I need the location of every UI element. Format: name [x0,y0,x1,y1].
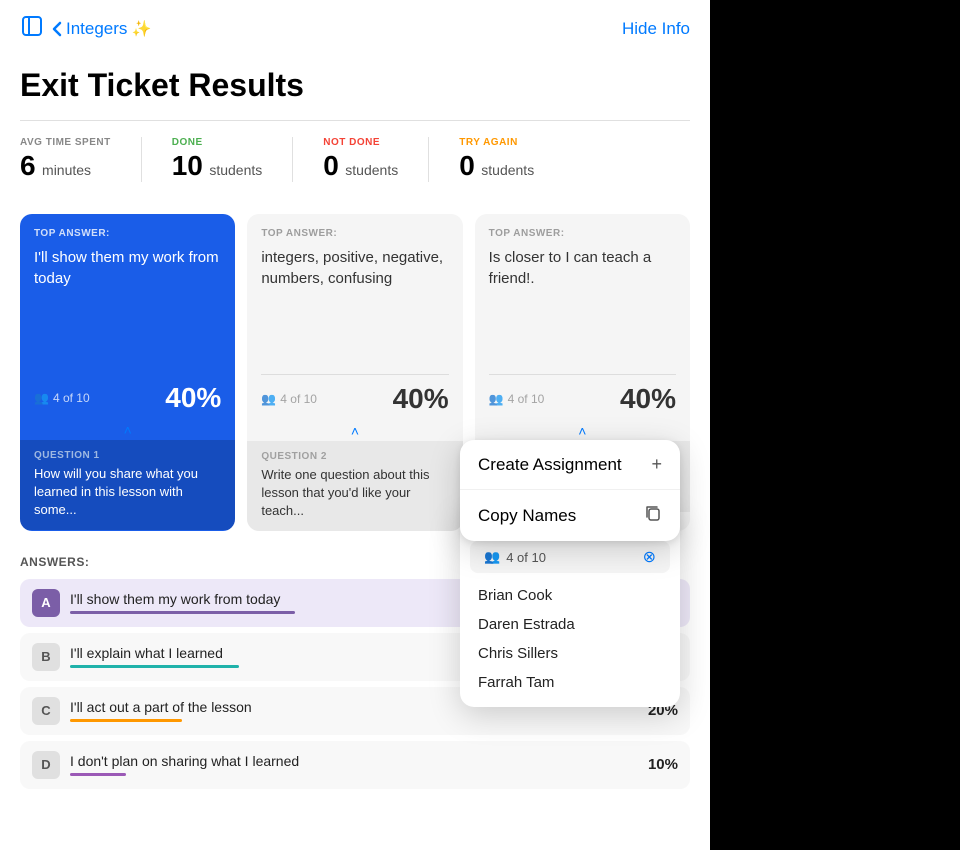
stat-value-notdone: 0 students [323,150,398,182]
stat-try-again: TRY AGAIN 0 students [459,137,564,182]
popup-menu: Create Assignment + Copy Names [460,440,680,541]
card-bottom-2: QUESTION 2 Write one question about this… [247,441,462,531]
create-assignment-label: Create Assignment [478,455,622,475]
sparkle-icon: ✨ [131,19,151,39]
plus-icon: + [651,454,662,475]
card-chevron-3: ˄ [475,423,690,439]
question-card-1[interactable]: TOP ANSWER: I'll show them my work from … [20,214,235,531]
students-count-label: 👥 4 of 10 [484,549,546,565]
answer-bar-a [70,611,295,614]
top-nav: Integers ✨ Hide Info [0,0,710,57]
card-answer-1: I'll show them my work from today [34,247,221,289]
answer-letter-c: C [32,697,60,725]
stat-label-tryagain: TRY AGAIN [459,137,534,148]
student-name-3: Chris Sillers [460,639,680,668]
answer-bar-c [70,719,182,722]
copy-names-item[interactable]: Copy Names [460,490,680,541]
card-bottom-1: QUESTION 1 How will you share what you l… [20,440,235,530]
answer-bar-d [70,773,126,776]
card-chevron-2: ˄ [247,423,462,439]
card-top-label-3: TOP ANSWER: [489,228,676,239]
answer-pct-d: 10% [642,756,678,773]
students-count-row: 👥 4 of 10 ⊗ [470,541,670,573]
stat-label-done: DONE [172,137,263,148]
card-students-2: 👥 4 of 10 [261,392,317,406]
card-students-1: 👥 4 of 10 [34,391,90,405]
hide-info-button[interactable]: Hide Info [622,19,690,39]
back-button[interactable]: Integers ✨ [52,19,151,39]
stat-label-avg: AVG TIME SPENT [20,137,111,148]
question-card-2[interactable]: TOP ANSWER: integers, positive, negative… [247,214,462,531]
answer-letter-a: A [32,589,60,617]
stat-not-done: NOT DONE 0 students [323,137,429,182]
student-name-2: Daren Estrada [460,610,680,639]
back-label: Integers [66,19,127,39]
student-name-4: Farrah Tam [460,668,680,697]
answer-row-d[interactable]: D I don't plan on sharing what I learned… [20,741,690,789]
student-name-1: Brian Cook [460,581,680,610]
card-answer-3: Is closer to I can teach a friend!. [489,247,676,289]
copy-names-label: Copy Names [478,506,576,526]
card-pct-3: 40% [620,383,676,415]
card-top-1: TOP ANSWER: I'll show them my work from … [20,214,235,374]
create-assignment-item[interactable]: Create Assignment + [460,440,680,490]
card-top-label-1: TOP ANSWER: [34,228,221,239]
students-close-button[interactable]: ⊗ [643,547,656,567]
stat-value-done: 10 students [172,150,263,182]
card-stats-3: 👥 4 of 10 40% [475,375,690,423]
card-answer-2: integers, positive, negative, numbers, c… [261,247,448,289]
stat-done: DONE 10 students [172,137,294,182]
card-chevron-1: ˄ [20,422,235,438]
stat-avg-time: AVG TIME SPENT 6 minutes [20,137,142,182]
answer-letter-b: B [32,643,60,671]
copy-icon [644,504,662,527]
answer-bar-b [70,665,239,668]
stat-value-avg: 6 minutes [20,150,111,182]
page-title: Exit Ticket Results [0,57,710,120]
nav-left: Integers ✨ [20,14,151,43]
card-qtext-2: Write one question about this lesson tha… [261,466,448,521]
card-qlabel-1: QUESTION 1 [34,450,221,461]
card-top-2: TOP ANSWER: integers, positive, negative… [247,214,462,374]
card-qtext-1: How will you share what you learned in t… [34,465,221,520]
card-top-3: TOP ANSWER: Is closer to I can teach a f… [475,214,690,374]
stats-row: AVG TIME SPENT 6 minutes DONE 10 student… [0,121,710,198]
card-qlabel-2: QUESTION 2 [261,451,448,462]
card-stats-1: 👥 4 of 10 40% [20,374,235,422]
stat-value-tryagain: 0 students [459,150,534,182]
card-pct-1: 40% [165,382,221,414]
card-students-3: 👥 4 of 10 [489,392,545,406]
sidebar-toggle[interactable] [20,14,44,43]
stat-label-notdone: NOT DONE [323,137,398,148]
card-top-label-2: TOP ANSWER: [261,228,448,239]
card-pct-2: 40% [393,383,449,415]
answer-letter-d: D [32,751,60,779]
card-stats-2: 👥 4 of 10 40% [247,375,462,423]
answer-text-d: I don't plan on sharing what I learned [70,753,632,776]
